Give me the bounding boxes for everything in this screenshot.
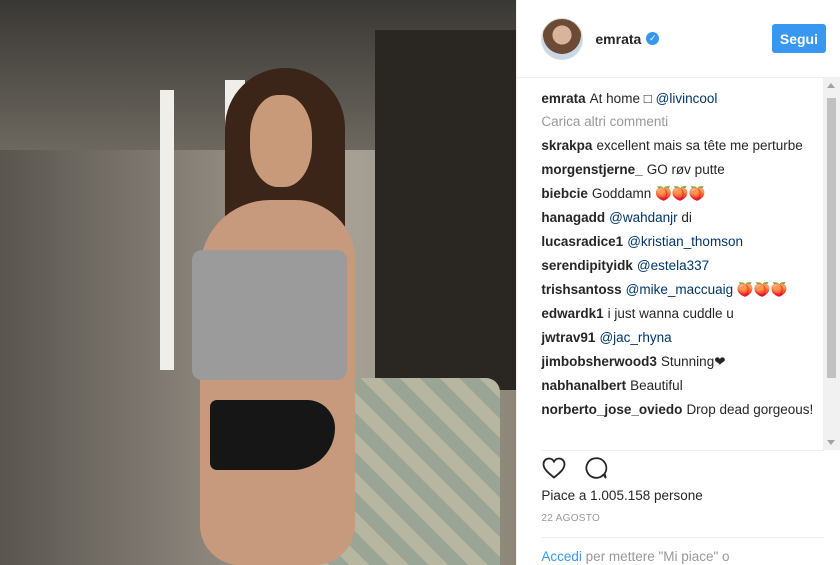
comment-text: di <box>677 210 692 225</box>
comment-text: i just wanna cuddle u <box>607 306 734 321</box>
post-side-panel: emrata ✓ Segui emrata At home □ @livincoo… <box>516 0 840 565</box>
heart-icon[interactable] <box>541 456 567 480</box>
comment-author[interactable]: hanagadd <box>541 210 605 225</box>
post-header: emrata ✓ Segui <box>517 0 840 78</box>
verified-badge-icon: ✓ <box>646 32 660 45</box>
comment-text: Stunning❤ <box>660 354 726 369</box>
caption: emrata At home □ @livincool <box>541 90 822 108</box>
comments-scrollbar[interactable] <box>823 78 840 450</box>
comment-bubble-icon[interactable] <box>583 456 609 480</box>
comment-row: norberto_jose_oviedo Drop dead gorgeous! <box>541 401 822 419</box>
comment-author[interactable]: jimbobsherwood3 <box>541 354 657 369</box>
username-block: emrata ✓ <box>595 31 771 47</box>
photo-subject-face <box>250 95 312 187</box>
caption-mention[interactable]: @livincool <box>656 91 718 106</box>
divider <box>541 537 824 538</box>
login-link[interactable]: Accedi <box>541 549 582 564</box>
comment-author[interactable]: nabhanalbert <box>541 378 626 393</box>
comment-row: jwtrav91 @jac_rhyna <box>541 329 822 347</box>
photo-subject-bottom <box>210 400 335 470</box>
comment-author[interactable]: edwardk1 <box>541 306 603 321</box>
comment-text: Beautiful <box>630 378 683 393</box>
comment-rows: skrakpa excellent mais sa tête me perturb… <box>541 137 822 419</box>
action-bar <box>541 456 609 480</box>
comment-author[interactable]: serendipityidk <box>541 258 633 273</box>
comment-text: excellent mais sa tête me perturbe <box>596 138 803 153</box>
comment-text: Goddamn 🍑🍑🍑 <box>591 186 706 201</box>
comment-row: serendipityidk @estela337 <box>541 257 822 275</box>
scroll-up-icon[interactable] <box>827 83 835 88</box>
login-prompt: Accedi per mettere "Mi piace" o <box>541 549 729 564</box>
comment-mention[interactable]: @wahdanjr <box>609 210 678 225</box>
comment-author[interactable]: trishsantoss <box>541 282 621 297</box>
comment-row: edwardk1 i just wanna cuddle u <box>541 305 822 323</box>
avatar[interactable] <box>541 17 584 60</box>
comment-mention[interactable]: @estela337 <box>637 258 709 273</box>
caption-text: At home □ <box>589 91 652 106</box>
comment-text: Drop dead gorgeous! <box>686 402 814 417</box>
comment-row: trishsantoss @mike_maccuaig 🍑🍑🍑 <box>541 281 822 299</box>
comments-list: emrata At home □ @livincool Carica altri … <box>517 78 822 450</box>
photo-poster <box>375 30 517 390</box>
login-prompt-text: per mettere "Mi piace" o <box>581 549 730 564</box>
scroll-down-icon[interactable] <box>827 440 835 445</box>
post-photo[interactable] <box>0 0 517 565</box>
likes-count[interactable]: Piace a 1.005.158 persone <box>541 488 702 503</box>
photo-window-frame <box>160 90 174 370</box>
divider <box>541 450 824 451</box>
comment-author[interactable]: biebcie <box>541 186 588 201</box>
comment-author[interactable]: norberto_jose_oviedo <box>541 402 682 417</box>
comment-row: jimbobsherwood3 Stunning❤ <box>541 353 822 371</box>
comment-author[interactable]: lucasradice1 <box>541 234 623 249</box>
load-more-comments-link[interactable]: Carica altri commenti <box>541 114 822 129</box>
comment-text: 🍑🍑🍑 <box>733 282 788 297</box>
comment-mention[interactable]: @jac_rhyna <box>599 330 671 345</box>
comment-author[interactable]: skrakpa <box>541 138 592 153</box>
comment-row: morgenstjerne_ GO røv putte <box>541 161 822 179</box>
follow-button[interactable]: Segui <box>771 24 826 53</box>
post-view: emrata ✓ Segui emrata At home □ @livincoo… <box>0 0 840 565</box>
post-date[interactable]: 22 AGOSTO <box>541 513 600 524</box>
scrollbar-thumb[interactable] <box>827 98 836 378</box>
comment-author[interactable]: jwtrav91 <box>541 330 595 345</box>
comment-text: GO røv putte <box>646 162 725 177</box>
caption-author[interactable]: emrata <box>541 91 585 106</box>
photo-subject-top <box>192 250 347 380</box>
comment-row: biebcie Goddamn 🍑🍑🍑 <box>541 185 822 203</box>
username-link[interactable]: emrata <box>595 31 641 47</box>
comment-row: lucasradice1 @kristian_thomson <box>541 233 822 251</box>
comment-author[interactable]: morgenstjerne_ <box>541 162 642 177</box>
comment-mention[interactable]: @kristian_thomson <box>627 234 743 249</box>
comment-row: nabhanalbert Beautiful <box>541 377 822 395</box>
comment-row: skrakpa excellent mais sa tête me perturb… <box>541 137 822 155</box>
comment-row: hanagadd @wahdanjr di <box>541 209 822 227</box>
comment-mention[interactable]: @mike_maccuaig <box>626 282 734 297</box>
